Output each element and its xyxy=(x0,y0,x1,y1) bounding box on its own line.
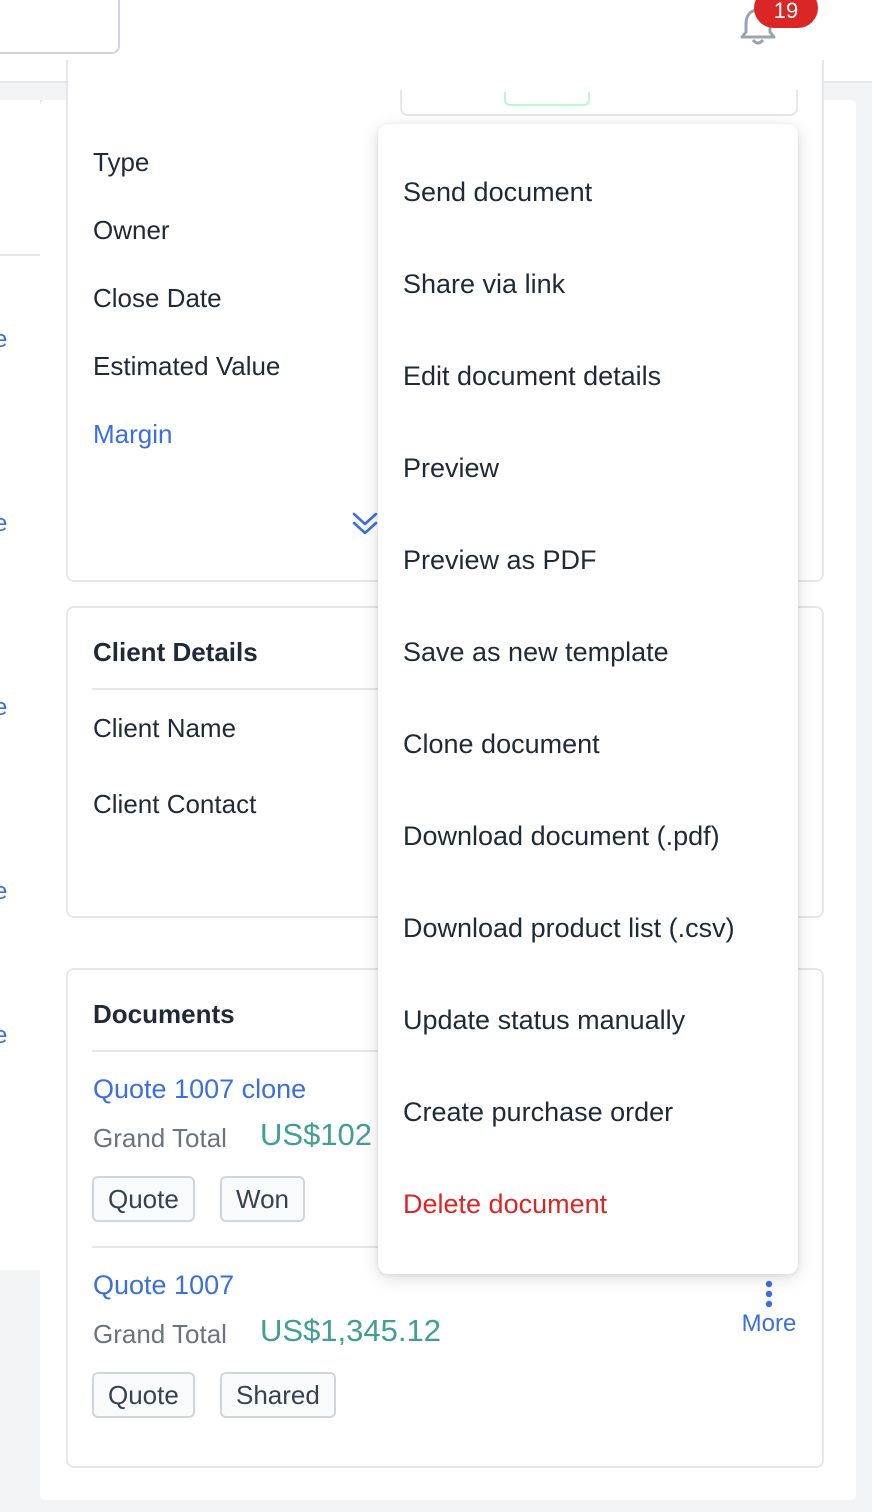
left-link[interactable]: e xyxy=(0,1022,8,1050)
grand-total-value: US$1,345.12 xyxy=(260,1313,441,1348)
left-link[interactable]: e xyxy=(0,878,8,906)
status-tag: Won xyxy=(220,1176,305,1222)
more-label: More xyxy=(741,1310,797,1337)
left-link[interactable]: e xyxy=(0,694,8,722)
type-tag: Quote xyxy=(92,1372,195,1418)
menu-item-delete-document[interactable]: Delete document xyxy=(378,1158,798,1250)
menu-item-preview[interactable]: Preview xyxy=(378,422,798,514)
left-panel xyxy=(0,100,42,1270)
vertical-dots-icon xyxy=(765,1280,773,1308)
type-tag: Quote xyxy=(92,1176,195,1222)
document-link[interactable]: Quote 1007 xyxy=(93,1270,234,1301)
documents-title: Documents xyxy=(93,999,235,1029)
grand-total-label: Grand Total xyxy=(93,1123,227,1153)
menu-item-send-document[interactable]: Send document xyxy=(378,146,798,238)
document-actions-menu: Send document Share via link Edit docume… xyxy=(378,124,798,1274)
menu-item-preview-as-pdf[interactable]: Preview as PDF xyxy=(378,514,798,606)
document-link[interactable]: Quote 1007 clone xyxy=(93,1074,306,1105)
field-label-margin[interactable]: Margin xyxy=(93,419,172,450)
double-chevron-down-icon[interactable] xyxy=(350,508,380,538)
status-tag: Shared xyxy=(220,1372,336,1418)
menu-item-update-status[interactable]: Update status manually xyxy=(378,974,798,1066)
field-label-type: Type xyxy=(93,147,150,177)
search-input[interactable] xyxy=(0,0,120,54)
menu-item-edit-document-details[interactable]: Edit document details xyxy=(378,330,798,422)
notification-badge[interactable]: 19 xyxy=(754,0,818,28)
left-link[interactable]: e xyxy=(0,510,8,538)
menu-item-create-purchase-order[interactable]: Create purchase order xyxy=(378,1066,798,1158)
status-field[interactable] xyxy=(400,90,798,116)
menu-item-clone-document[interactable]: Clone document xyxy=(378,698,798,790)
divider xyxy=(0,254,40,256)
field-label-client-contact: Client Contact xyxy=(93,789,257,819)
menu-item-download-csv[interactable]: Download product list (.csv) xyxy=(378,882,798,974)
more-button[interactable]: More xyxy=(736,1280,802,1344)
status-pill xyxy=(504,92,590,106)
left-link[interactable]: e xyxy=(0,326,8,354)
menu-item-save-as-template[interactable]: Save as new template xyxy=(378,606,798,698)
field-label-client-name: Client Name xyxy=(93,713,237,743)
grand-total-label: Grand Total xyxy=(93,1319,227,1349)
field-label-estimated-value: Estimated Value xyxy=(93,351,281,381)
field-label-owner: Owner xyxy=(93,215,170,245)
grand-total-value: US$102 xyxy=(260,1117,373,1152)
client-details-title: Client Details xyxy=(93,637,258,667)
menu-item-download-pdf[interactable]: Download document (.pdf) xyxy=(378,790,798,882)
field-label-close-date: Close Date xyxy=(93,283,222,313)
menu-item-share-via-link[interactable]: Share via link xyxy=(378,238,798,330)
